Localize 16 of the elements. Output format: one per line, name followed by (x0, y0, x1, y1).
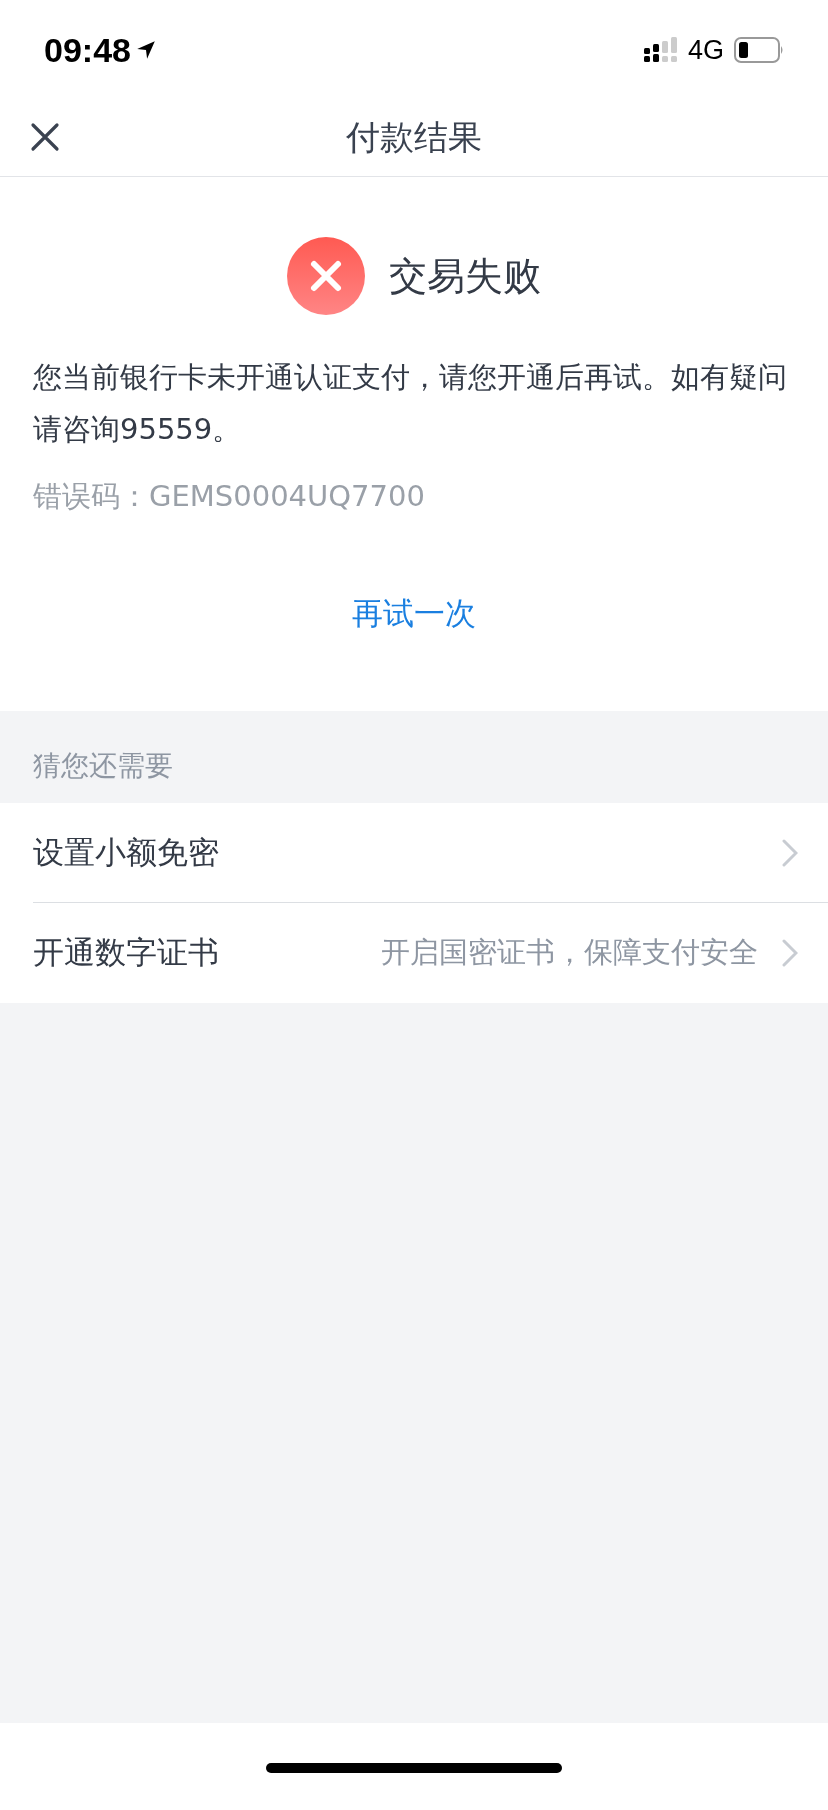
result-title: 交易失败 (389, 252, 541, 300)
battery-icon (734, 37, 784, 63)
network-label: 4G (687, 34, 724, 66)
list-item[interactable]: 开通数字证书 开启国密证书，保障支付安全 (33, 903, 828, 1003)
signal-icon (643, 37, 678, 63)
close-icon (30, 122, 60, 152)
result-message: 您当前银行卡未开通认证支付，请您开通后再试。如有疑问请咨询95559。 (33, 359, 788, 448)
chevron-right-icon (782, 939, 798, 967)
status-time: 09:48 (44, 30, 131, 70)
page-title: 付款结果 (346, 116, 482, 159)
error-icon (287, 237, 365, 315)
section-header: 猜您还需要 (32, 748, 174, 784)
error-code: 错误码：GEMS0004UQ7700 (33, 478, 426, 515)
list-item[interactable]: 设置小额免密 (33, 803, 828, 903)
retry-link[interactable]: 再试一次 (346, 589, 482, 639)
chevron-right-icon (782, 838, 798, 867)
